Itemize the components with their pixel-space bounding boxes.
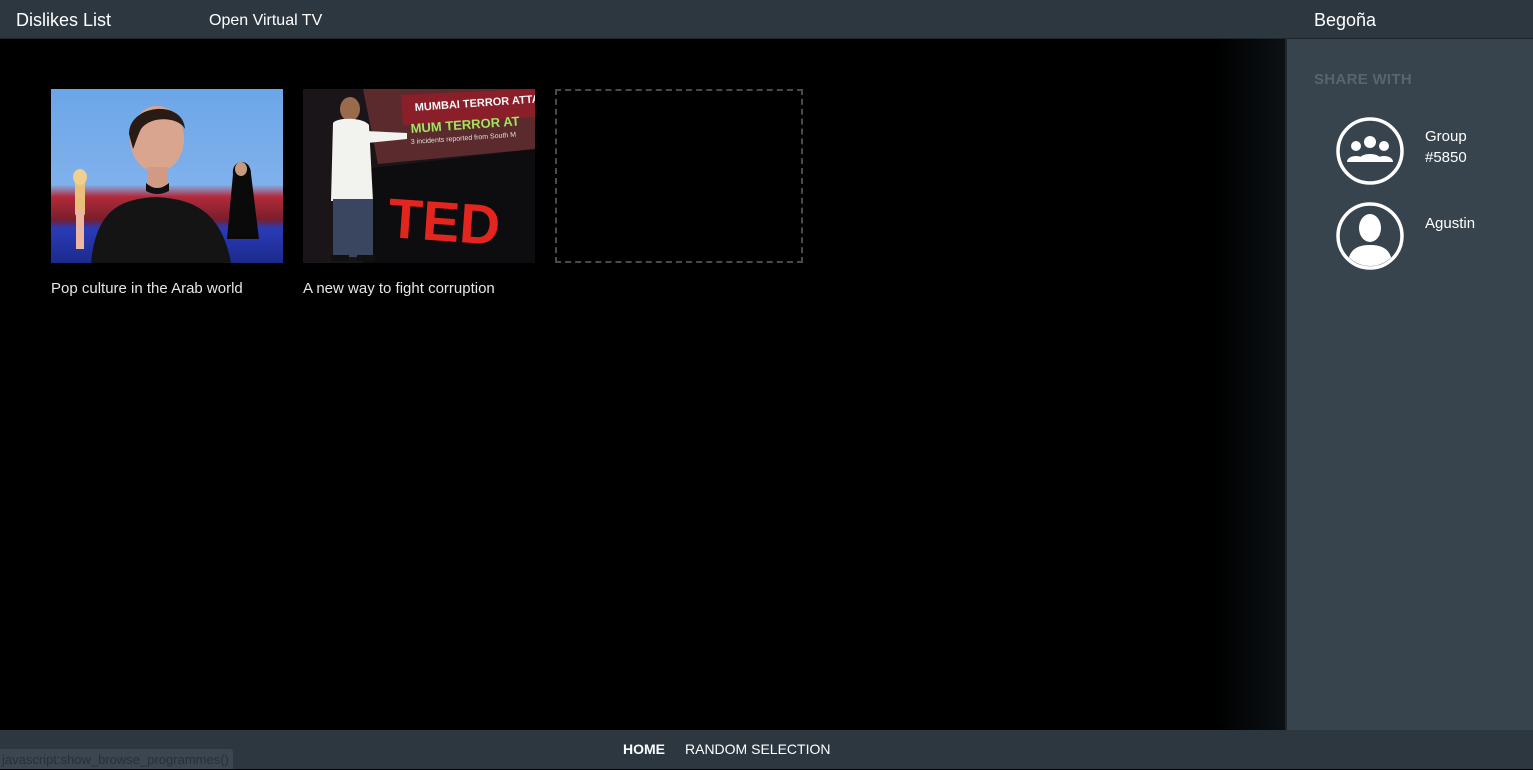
contact-user[interactable]: Agustin [1335, 201, 1525, 271]
share-with-heading: SHARE WITH [1314, 71, 1412, 88]
contact-name[interactable]: Group #5850 [1425, 126, 1505, 168]
browser-status-bar: javascript:show_browse_programmes() [0, 749, 233, 769]
nav-home-link[interactable]: HOME [623, 741, 665, 757]
user-avatar-icon[interactable] [1335, 201, 1405, 271]
app-name-link[interactable]: Open Virtual TV [209, 12, 322, 30]
user-name[interactable]: Begoña [1314, 10, 1376, 31]
programme-title[interactable]: Pop culture in the Arab world [51, 280, 283, 297]
programme-grid: Pop culture in the Arab world MUMBAI TER… [0, 39, 1285, 730]
contact-name[interactable]: Agustin [1425, 213, 1505, 234]
woman-with-dolls-thumbnail[interactable] [51, 89, 283, 263]
programme-card[interactable]: MUMBAI TERROR ATTA MUM TERROR AT 3 incid… [303, 89, 535, 297]
programme-card[interactable]: Pop culture in the Arab world [51, 89, 283, 297]
thumb-ted-logo: TED [386, 186, 502, 257]
contact-name-text: Group #5850 [1425, 128, 1467, 166]
nav-random-selection-link[interactable]: RANDOM SELECTION [685, 741, 830, 757]
contact-group[interactable]: Group #5850 [1335, 116, 1525, 186]
programme-title[interactable]: A new way to fight corruption [303, 280, 535, 297]
page-title: Dislikes List [16, 10, 112, 30]
ted-speaker-thumbnail[interactable]: MUMBAI TERROR ATTA MUM TERROR AT 3 incid… [303, 89, 535, 263]
empty-drop-slot[interactable] [555, 89, 803, 263]
share-sidebar: SHARE WITH Group #5850 Agustin [1285, 39, 1533, 730]
group-avatar-icon[interactable] [1335, 116, 1405, 186]
top-bar: Dislikes List Open Virtual TV Begoña [0, 0, 1533, 39]
